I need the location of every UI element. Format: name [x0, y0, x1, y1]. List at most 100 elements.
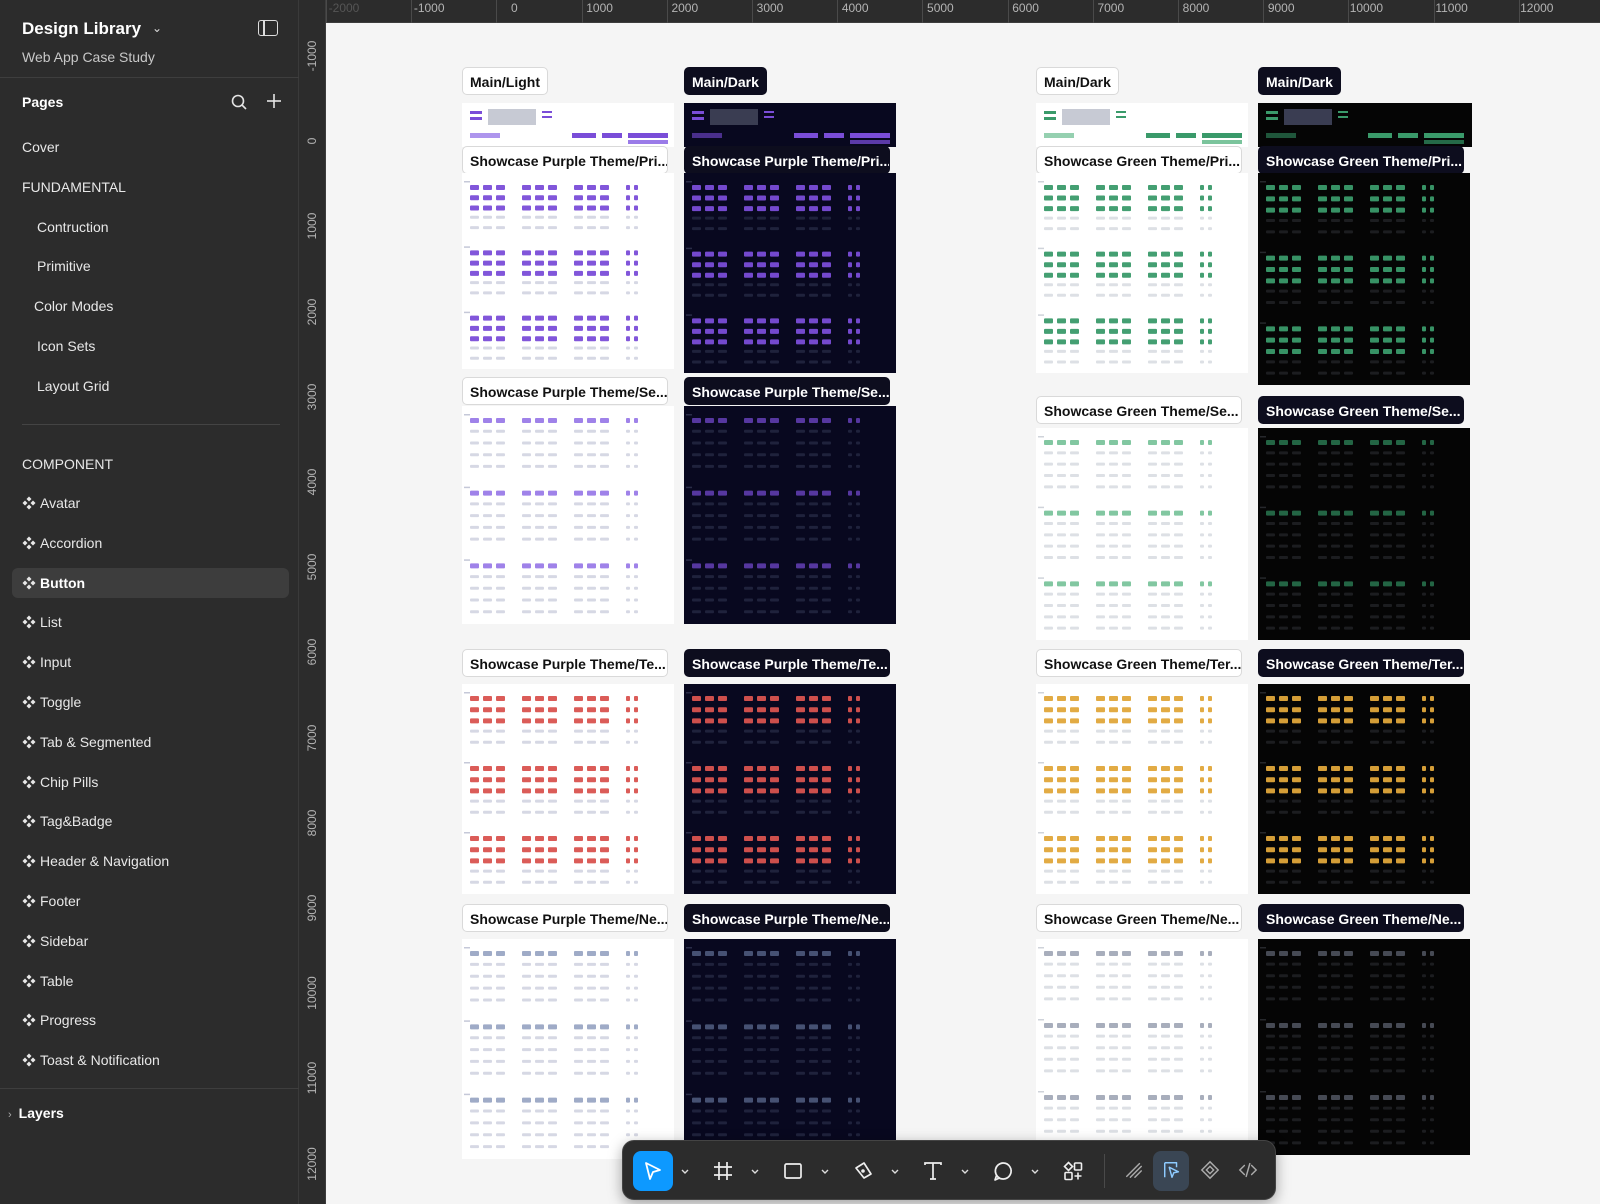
page-item-fundamental[interactable]: FUNDAMENTAL	[12, 172, 289, 202]
component-item-list[interactable]: List	[12, 607, 289, 637]
project-name: Web App Case Study	[22, 49, 155, 65]
frame-label[interactable]: Showcase Green Theme/Se...	[1258, 396, 1464, 424]
frame-group-label[interactable]: Main/Dark	[1036, 67, 1119, 95]
chevron-down-icon[interactable]	[889, 1165, 901, 1177]
ruler-label: 7000	[305, 724, 319, 751]
showcase-frame[interactable]	[1036, 173, 1248, 373]
component-item-accordion[interactable]: Accordion	[12, 528, 289, 558]
ruler-label: 1000	[586, 1, 613, 15]
button-showcase-graphic	[1260, 692, 1434, 884]
component-item-tab-segmented[interactable]: Tab & Segmented	[12, 727, 289, 757]
design-mode-button[interactable]	[1153, 1151, 1189, 1191]
frame-label[interactable]: Showcase Green Theme/Ter...	[1036, 649, 1242, 677]
move-tool-button[interactable]	[633, 1151, 673, 1191]
frame-label[interactable]: Showcase Green Theme/Ne...	[1258, 904, 1464, 932]
chevron-down-icon[interactable]	[749, 1165, 761, 1177]
ruler-label: 12000	[1520, 1, 1554, 15]
page-item-contruction[interactable]: Contruction	[12, 212, 289, 242]
add-page-icon[interactable]	[265, 92, 283, 110]
showcase-frame[interactable]	[1036, 428, 1248, 640]
frame-label[interactable]: Showcase Purple Theme/Se...	[462, 377, 668, 405]
component-item-tag-badge[interactable]: Tag&Badge	[12, 806, 289, 836]
frame-label[interactable]: Showcase Green Theme/Pri...	[1258, 146, 1464, 174]
frame-group-label[interactable]: Main/Light	[462, 67, 548, 95]
showcase-frame[interactable]	[1036, 939, 1248, 1155]
component-item-table[interactable]: Table	[12, 966, 289, 996]
chevron-right-icon[interactable]: ›	[8, 1109, 12, 1121]
component-item-label: Button	[40, 574, 86, 591]
page-item-cover[interactable]: Cover	[12, 132, 289, 162]
showcase-frame[interactable]	[684, 406, 896, 624]
file-title[interactable]: Design Library	[22, 19, 141, 39]
button-showcase-graphic	[1038, 947, 1212, 1145]
ruler-label: -1000	[413, 1, 445, 15]
component-section-label[interactable]: COMPONENT	[22, 456, 113, 472]
showcase-frame[interactable]	[684, 173, 896, 373]
chevron-down-icon[interactable]	[959, 1165, 971, 1177]
page-item-layout-grid[interactable]: Layout Grid	[12, 371, 289, 401]
showcase-frame[interactable]	[462, 173, 674, 369]
component-item-sidebar[interactable]: Sidebar	[12, 926, 289, 956]
dev-mode-button[interactable]	[1229, 1151, 1265, 1191]
page-item-label: Layout Grid	[37, 378, 110, 394]
frame-group-label[interactable]: Main/Dark	[1258, 67, 1341, 95]
component-item-chip-pills[interactable]: Chip Pills	[12, 767, 289, 797]
actions-button[interactable]	[1053, 1151, 1093, 1191]
frame-tool-button[interactable]	[703, 1151, 743, 1191]
prototype-mode-button[interactable]	[1191, 1151, 1227, 1191]
component-item-button[interactable]: Button	[12, 567, 289, 598]
component-item-avatar[interactable]: Avatar	[12, 488, 289, 518]
page-item-icon-sets[interactable]: Icon Sets	[12, 331, 289, 361]
showcase-frame[interactable]	[462, 684, 674, 894]
layers-section[interactable]: › Layers	[8, 1105, 64, 1121]
component-item-input[interactable]: Input	[12, 647, 289, 677]
header-preview-frame[interactable]	[462, 103, 674, 147]
frame-label[interactable]: Showcase Green Theme/Pri...	[1036, 146, 1242, 174]
component-icon	[22, 934, 36, 948]
frame-label[interactable]: Showcase Purple Theme/Ne...	[684, 904, 890, 932]
component-item-label: Avatar	[40, 495, 81, 511]
frame-label[interactable]: Showcase Purple Theme/Te...	[462, 649, 668, 677]
pen-tool-button[interactable]	[843, 1151, 883, 1191]
chevron-down-icon[interactable]: ⌄	[152, 21, 162, 35]
sidebar-toggle-icon[interactable]	[258, 20, 278, 36]
page-item-color-modes[interactable]: Color Modes	[12, 291, 289, 321]
frame-label[interactable]: Showcase Green Theme/Ter...	[1258, 649, 1464, 677]
frame-label[interactable]: Showcase Green Theme/Ne...	[1036, 904, 1242, 932]
frame-label[interactable]: Showcase Purple Theme/Pri...	[462, 146, 668, 174]
chevron-down-icon[interactable]	[819, 1165, 831, 1177]
showcase-frame[interactable]	[1036, 684, 1248, 894]
showcase-frame[interactable]	[684, 939, 896, 1159]
component-item-header-navigation[interactable]: Header & Navigation	[12, 846, 289, 876]
canvas[interactable]: Main/Light Showcase Purple Theme/Pri... Sh…	[326, 23, 1600, 1204]
frame-label[interactable]: Showcase Purple Theme/Te...	[684, 649, 890, 677]
frame-group-label[interactable]: Main/Dark	[684, 67, 767, 95]
search-icon[interactable]	[231, 94, 247, 110]
frame-label[interactable]: Showcase Green Theme/Se...	[1036, 396, 1242, 424]
showcase-frame[interactable]	[1258, 173, 1470, 385]
chevron-down-icon[interactable]	[1029, 1165, 1041, 1177]
component-item-toast-notification[interactable]: Toast & Notification	[12, 1045, 289, 1075]
component-item-progress[interactable]: Progress	[12, 1005, 289, 1035]
component-item-footer[interactable]: Footer	[12, 886, 289, 916]
showcase-frame[interactable]	[684, 684, 896, 894]
frame-label[interactable]: Showcase Purple Theme/Pri...	[684, 146, 890, 174]
draw-mode-button[interactable]	[1115, 1151, 1151, 1191]
header-preview-frame[interactable]	[684, 103, 896, 147]
page-item-label: Contruction	[37, 219, 109, 235]
comment-tool-button[interactable]	[983, 1151, 1023, 1191]
frame-label[interactable]: Showcase Purple Theme/Se...	[684, 377, 890, 405]
header-preview-frame[interactable]	[1258, 103, 1472, 147]
frame-label[interactable]: Showcase Purple Theme/Ne...	[462, 904, 668, 932]
page-item-primitive[interactable]: Primitive	[12, 251, 289, 281]
chevron-down-icon[interactable]	[679, 1165, 691, 1177]
showcase-frame[interactable]	[462, 939, 674, 1159]
component-item-toggle[interactable]: Toggle	[12, 687, 289, 717]
showcase-frame[interactable]	[1258, 939, 1470, 1155]
showcase-frame[interactable]	[1258, 428, 1470, 640]
text-tool-button[interactable]	[913, 1151, 953, 1191]
header-preview-frame[interactable]	[1036, 103, 1248, 147]
showcase-frame[interactable]	[1258, 684, 1470, 894]
showcase-frame[interactable]	[462, 406, 674, 624]
rectangle-tool-button[interactable]	[773, 1151, 813, 1191]
